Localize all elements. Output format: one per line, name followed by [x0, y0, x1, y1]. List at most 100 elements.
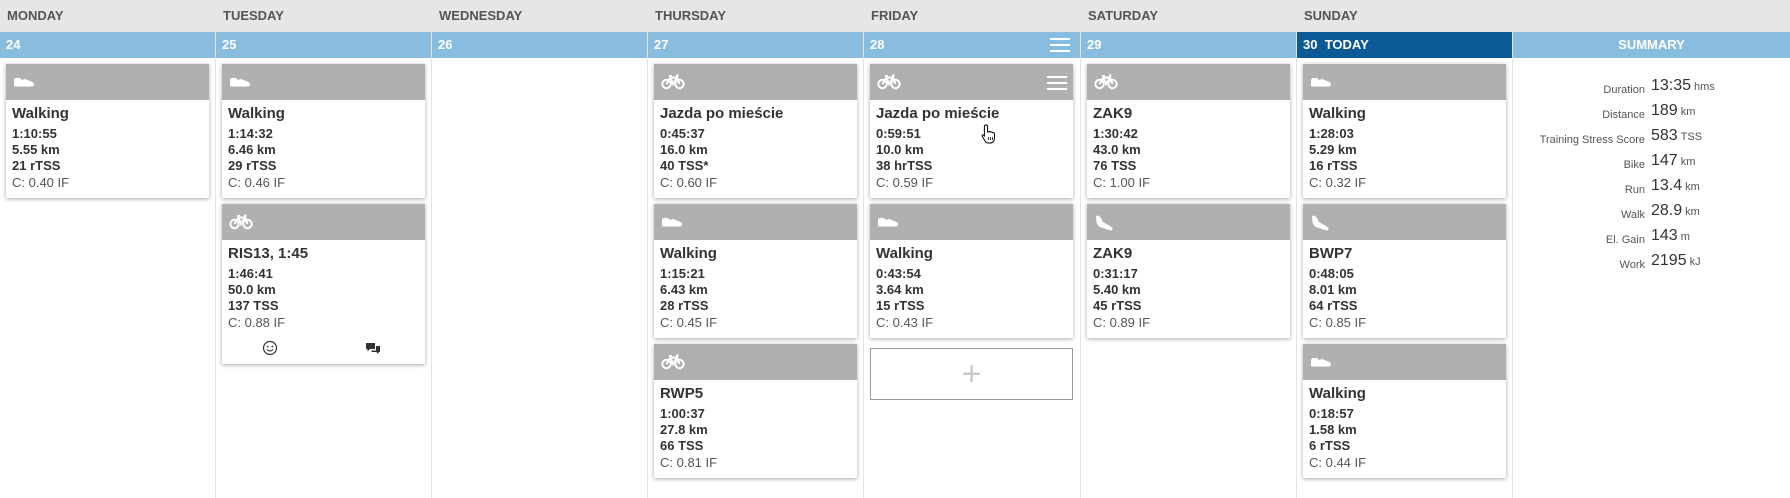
workout-card[interactable]: ZAK9 0:31:17 5.40 km 45 rTSS C: 0.89 IF	[1087, 204, 1290, 338]
day-date[interactable]: 28	[864, 32, 1080, 58]
summary-row: Duration 13:35 hms	[1513, 77, 1790, 102]
workout-title: RWP5	[660, 385, 704, 402]
workout-card[interactable]: Jazda po mieście 0:45:37 16.0 km 40 TSS* C: …	[654, 64, 857, 198]
day-name: THURSDAY	[648, 0, 863, 32]
workout-card[interactable]: ZAK9 1:30:42 43.0 km 76 TSS C: 1.00 IF	[1087, 64, 1290, 198]
workout-card-header	[870, 204, 1073, 240]
workout-metric: 0:18:57	[1309, 406, 1354, 421]
workout-metric: 15 rTSS	[876, 298, 925, 313]
workout-card[interactable]: RIS13, 1:45 1:46:41 50.0 km 137 TSS C: 0.88 …	[222, 204, 425, 364]
workout-if: C: 0.46 IF	[228, 175, 286, 190]
day-date[interactable]: 29	[1081, 32, 1296, 58]
workout-metric: 137 TSS	[228, 298, 279, 313]
workout-metric: 27.8 km	[660, 422, 708, 437]
day-date[interactable]: 25	[216, 32, 431, 58]
summary-row: Distance 189 km	[1513, 102, 1790, 127]
shoe-icon	[1310, 354, 1332, 373]
summary-row: Walk 28.9 km	[1513, 202, 1790, 227]
day-date[interactable]: 27	[648, 32, 863, 58]
workout-if: C: 0.32 IF	[1309, 175, 1367, 190]
comments-icon[interactable]	[365, 342, 381, 360]
workout-title: Walking	[228, 105, 285, 122]
workout-card[interactable]: BWP7 0:48:05 8.01 km 64 rTSS C: 0.85 IF	[1303, 204, 1506, 338]
add-workout-button[interactable]: +	[870, 348, 1073, 400]
workout-metric: 6.43 km	[660, 282, 708, 297]
menu-icon[interactable]	[1047, 76, 1067, 90]
workout-metric: 1:00:37	[660, 406, 705, 421]
summary-unit: km	[1680, 156, 1696, 168]
summary-header-spacer	[1513, 0, 1790, 32]
workout-metric: 0:45:37	[660, 126, 705, 141]
day-column-friday: FRIDAY 28 Jazda po mieście 0:59:51 10.0 km 38…	[864, 0, 1081, 498]
summary-label: Run	[1624, 184, 1645, 196]
workout-metric: 45 rTSS	[1093, 298, 1142, 313]
workout-title: ZAK9	[1093, 245, 1133, 262]
workout-metric: 1:30:42	[1093, 126, 1138, 141]
summary-number: 583	[1651, 127, 1678, 144]
workout-title: Walking	[12, 105, 69, 122]
summary-label: Walk	[1620, 209, 1645, 221]
day-date[interactable]: 26	[432, 32, 647, 58]
summary-label: Distance	[1602, 109, 1645, 121]
workout-metric: 5.40 km	[1093, 282, 1141, 297]
plus-icon: +	[961, 355, 982, 393]
workout-metric: 76 TSS	[1093, 158, 1137, 173]
day-column-wednesday: WEDNESDAY 26	[432, 0, 648, 498]
day-number: 25	[222, 37, 237, 52]
workout-metric: 21 rTSS	[12, 158, 61, 173]
running-shoe-icon	[1094, 214, 1114, 237]
summary-value: 2195 kJ	[1651, 252, 1701, 270]
workout-title: Jazda po mieście	[876, 105, 1000, 122]
workout-card[interactable]: Walking 1:15:21 6.43 km 28 rTSS C: 0.45 IF	[654, 204, 857, 338]
day-column-monday: MONDAY 24 Walking 1:10:55 5.55 km 21 rTSS C: 0…	[0, 0, 216, 498]
workout-card[interactable]: Walking 1:10:55 5.55 km 21 rTSS C: 0.40 IF	[6, 64, 209, 198]
workout-card-header	[870, 64, 1073, 100]
workout-metric: 16.0 km	[660, 142, 708, 157]
smiley-icon[interactable]	[262, 340, 278, 361]
bike-icon	[1094, 74, 1118, 95]
summary-label: Bike	[1623, 159, 1645, 171]
workout-card[interactable]: Walking 0:18:57 1.58 km 6 rTSS C: 0.44 IF	[1303, 344, 1506, 478]
summary-unit: m	[1680, 231, 1690, 243]
summary-unit: kJ	[1689, 256, 1701, 268]
hand-cursor-icon	[981, 124, 997, 149]
workout-if: C: 0.89 IF	[1093, 315, 1151, 330]
day-name: FRIDAY	[864, 0, 1080, 32]
summary-unit: hms	[1694, 81, 1715, 93]
day-number: 29	[1087, 37, 1102, 52]
workout-metric: 0:59:51	[876, 126, 921, 141]
shoe-icon	[877, 214, 899, 233]
workout-if: C: 0.81 IF	[660, 455, 718, 470]
day-date[interactable]: 30 TODAY	[1297, 32, 1512, 58]
day-number: 26	[438, 37, 453, 52]
workout-card-header	[1303, 64, 1506, 100]
workout-title: BWP7	[1309, 245, 1353, 262]
workout-card[interactable]: Jazda po mieście 0:59:51 10.0 km 38 hrTSS C:…	[870, 64, 1073, 198]
summary-number: 13.4	[1651, 177, 1683, 194]
workout-metric: 29 rTSS	[228, 158, 277, 173]
summary-value: 13.4 km	[1651, 177, 1700, 195]
day-column-tuesday: TUESDAY 25 Walking 1:14:32 6.46 km 29 rTSS C: …	[216, 0, 432, 498]
workout-card[interactable]: Walking 0:43:54 3.64 km 15 rTSS C: 0.43 IF	[870, 204, 1073, 338]
summary-row: Bike 147 km	[1513, 152, 1790, 177]
workout-if: C: 0.45 IF	[660, 315, 718, 330]
day-number: 28	[870, 37, 885, 52]
workout-metric: 50.0 km	[228, 282, 276, 297]
workout-if: C: 0.59 IF	[876, 175, 934, 190]
workout-card[interactable]: RWP5 1:00:37 27.8 km 66 TSS C: 0.81 IF	[654, 344, 857, 478]
workout-card[interactable]: Walking 1:14:32 6.46 km 29 rTSS C: 0.46 IF	[222, 64, 425, 198]
shoe-icon	[13, 74, 35, 93]
day-date[interactable]: 24	[0, 32, 215, 58]
summary-row: Training Stress Score 583 TSS	[1513, 127, 1790, 152]
workout-title: Jazda po mieście	[660, 105, 784, 122]
menu-icon[interactable]	[1050, 38, 1070, 52]
summary-number: 28.9	[1651, 202, 1683, 219]
summary-value: 583 TSS	[1651, 127, 1702, 145]
workout-card-header	[654, 64, 857, 100]
summary-unit: km	[1680, 106, 1696, 118]
workout-card[interactable]: Walking 1:28:03 5.29 km 16 rTSS C: 0.32 IF	[1303, 64, 1506, 198]
workout-title: ZAK9	[1093, 105, 1133, 122]
summary-label: Training Stress Score	[1539, 134, 1645, 146]
day-name: MONDAY	[0, 0, 215, 32]
workout-if: C: 0.43 IF	[876, 315, 934, 330]
